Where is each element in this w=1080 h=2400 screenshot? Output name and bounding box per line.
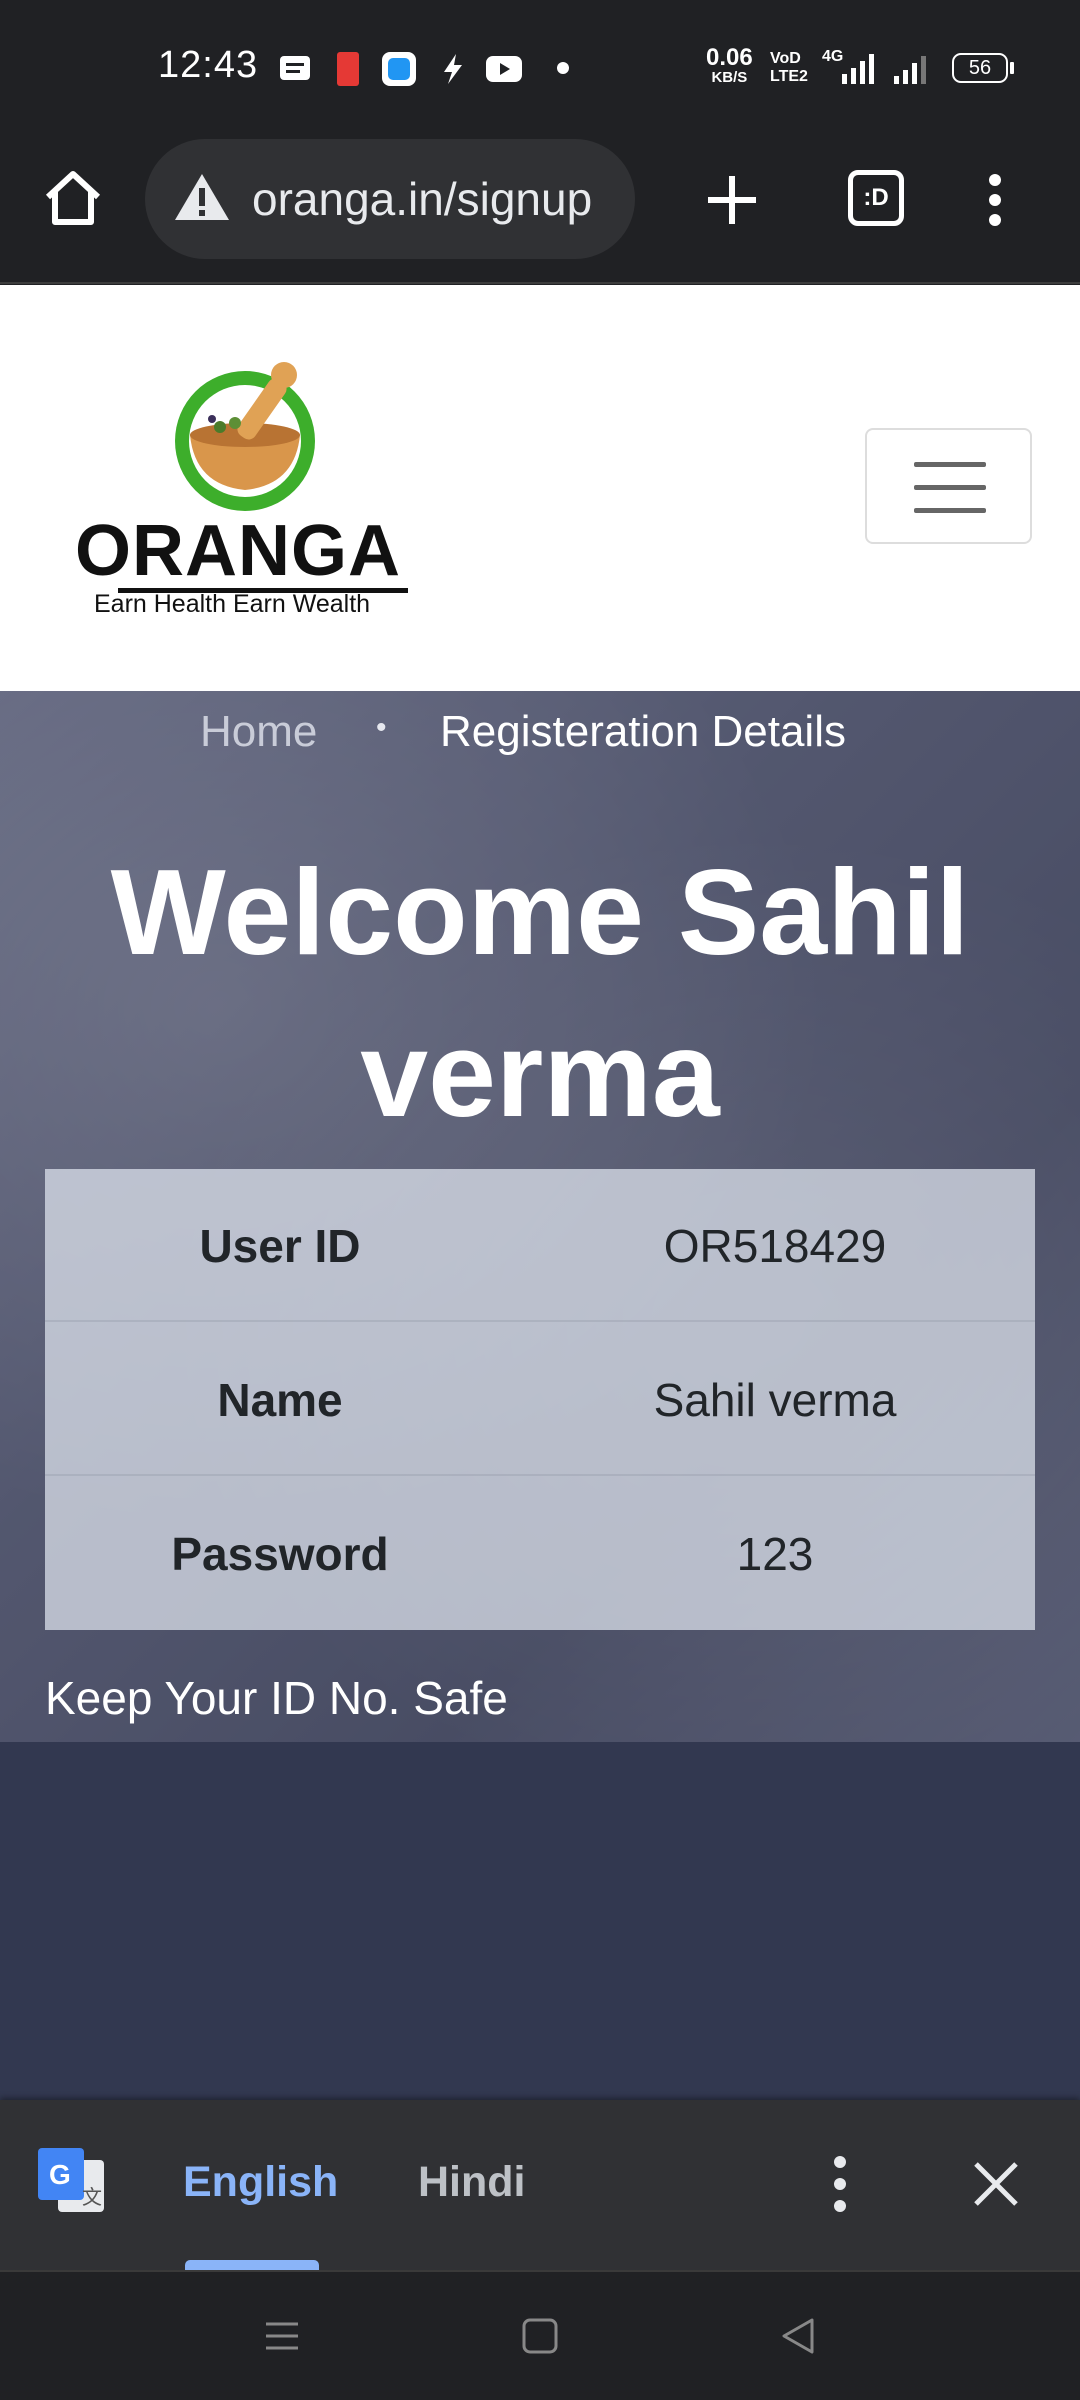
translate-bar: G 文 English Hindi [0,2100,1080,2270]
breadcrumb-home-link[interactable]: Home [200,707,317,757]
breadcrumb-current: Registeration Details [440,707,846,756]
more-notifications-icon [557,62,569,74]
registration-details-table: User ID OR518429 Name Sahil verma Passwo… [45,1169,1035,1630]
status-bar: 12:43 0.06 KB/S VoD LTE2 4G 56 [0,0,1080,136]
row-label: Password [171,1528,389,1580]
hero-section: Home • Registeration Details Welcome Sah… [0,691,1080,1742]
brand-tagline: Earn Health Earn Wealth [94,590,371,618]
brand-name[interactable]: ORANGA [75,510,401,592]
row-label: User ID [199,1220,361,1272]
active-language-indicator [185,2260,319,2270]
web-page: ORANGA Earn Health Earn Wealth Home • Re… [0,285,1080,2100]
message-icon [280,56,310,80]
system-nav-bar [0,2270,1080,2400]
site-footer [0,1742,1080,2100]
language-tab-english[interactable]: English [183,2158,338,2207]
youtube-icon [486,56,522,82]
welcome-line-1: Welcome Sahil [110,844,970,980]
table-row: User ID OR518429 [45,1169,1035,1322]
welcome-line-2: verma [360,1006,720,1142]
google-translate-icon: G 文 [38,2148,104,2212]
recent-apps-icon[interactable] [262,2316,302,2356]
network-speed: 0.06 KB/S [706,44,753,87]
signal-2-icon [894,56,926,84]
svg-text:文: 文 [82,2185,102,2209]
nav-toggle-button[interactable] [865,428,1032,544]
safety-note: Keep Your ID No. Safe [45,1672,508,1724]
not-secure-warning-icon[interactable] [172,170,232,224]
flash-icon [444,54,462,84]
back-icon[interactable] [778,2316,818,2356]
battery-indicator: 56 [952,53,1008,83]
tab-switcher-button[interactable]: :D [848,170,904,226]
table-row: Name Sahil verma [45,1323,1035,1476]
browser-menu-icon[interactable] [980,170,1010,230]
close-icon[interactable] [970,2158,1022,2210]
row-value: 123 [736,1528,814,1580]
home-icon[interactable] [40,167,106,229]
book-app-icon [337,52,359,86]
welcome-heading: Welcome Sahil verma [0,831,1080,1155]
breadcrumb-separator: • [376,711,387,744]
row-value: OR518429 [663,1220,887,1272]
battery-tip [1010,62,1014,74]
row-label: Name [217,1374,343,1426]
url-text[interactable]: oranga.in/signup [252,172,612,226]
home-nav-icon[interactable] [520,2316,560,2356]
row-value: Sahil verma [653,1374,897,1426]
site-header: ORANGA Earn Health Earn Wealth [0,285,1080,691]
volte-indicator: VoD LTE2 [770,50,808,85]
mortar-pestle-logo-icon[interactable] [160,355,330,525]
svg-text:G: G [49,2159,71,2190]
clock: 12:43 [158,44,259,86]
table-row: Password 123 [45,1477,1035,1630]
translate-options-icon[interactable] [825,2154,855,2214]
language-tab-hindi[interactable]: Hindi [418,2158,525,2207]
app-icon [382,52,416,86]
signal-icon [842,54,874,84]
new-tab-icon[interactable] [702,170,762,230]
